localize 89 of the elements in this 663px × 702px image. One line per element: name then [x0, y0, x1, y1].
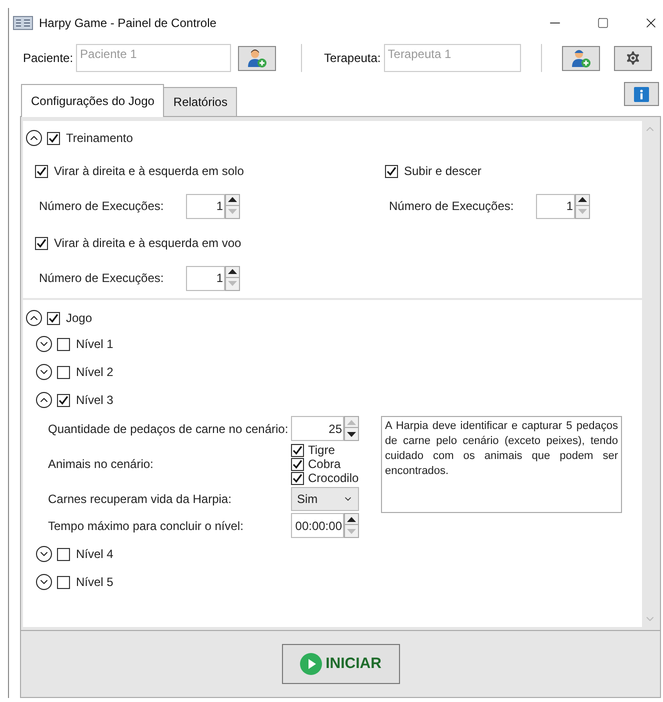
down-arrow-icon	[347, 528, 356, 534]
checkbox[interactable]	[47, 312, 60, 324]
maximize-icon[interactable]	[597, 17, 609, 29]
expand-icon[interactable]	[35, 573, 53, 591]
field-label: Número de Execuções:	[39, 198, 165, 215]
expand-icon[interactable]	[35, 335, 53, 353]
field-label: Terapeuta:	[324, 50, 381, 67]
increase-button[interactable]	[344, 513, 359, 525]
field-label: Tempo máximo para concluir o nível:	[48, 518, 244, 534]
field-label: Quantidade de pedaços de carne no cenário:	[48, 420, 290, 438]
check-icon	[292, 458, 303, 470]
up-arrow-icon	[228, 197, 237, 202]
down-arrow-icon	[578, 209, 587, 214]
dropdown[interactable]: Sim	[291, 487, 359, 511]
field-label: Número de Execuções:	[389, 198, 515, 215]
patient-field[interactable]: Paciente 1	[76, 44, 232, 72]
level-label: Nível 3	[76, 392, 114, 409]
add-patient-button[interactable]	[238, 46, 276, 70]
settings-button[interactable]	[614, 46, 652, 70]
user-add-icon	[247, 48, 268, 68]
increase-button[interactable]	[225, 266, 240, 278]
level-label: Nível 5	[76, 574, 114, 591]
checkbox[interactable]	[57, 548, 70, 560]
animal-label: Cobra	[308, 458, 341, 470]
increase-button[interactable]	[575, 194, 590, 206]
play-icon	[300, 653, 322, 675]
app-icon	[13, 16, 33, 30]
field-label: Paciente:	[23, 50, 74, 67]
check-icon	[36, 238, 47, 248]
checkbox[interactable]	[35, 164, 48, 178]
tab[interactable]: Configurações do Jogo	[21, 84, 164, 117]
level-label: Nível 4	[76, 546, 114, 563]
therapist-add-icon	[570, 48, 591, 68]
check-icon	[48, 312, 59, 324]
check-icon	[36, 166, 47, 176]
checkbox[interactable]	[57, 576, 70, 588]
number-field[interactable]: 25	[291, 416, 344, 441]
number-field[interactable]: 1	[536, 194, 575, 218]
info-icon	[634, 86, 649, 102]
therapist-field[interactable]: Terapeuta 1	[384, 44, 521, 72]
expand-icon[interactable]	[35, 363, 53, 381]
check-icon	[58, 394, 69, 406]
field-label: Carnes recuperam vida da Harpia:	[48, 491, 232, 508]
collapse-icon[interactable]	[35, 391, 53, 409]
up-arrow-icon	[578, 197, 587, 202]
checkbox[interactable]	[57, 338, 70, 350]
animal-label: Tigre	[308, 444, 335, 456]
tab[interactable]: Relatórios	[164, 87, 238, 116]
section-label: Jogo	[66, 310, 92, 327]
check-icon	[48, 132, 59, 144]
add-therapist-button[interactable]	[562, 46, 600, 70]
option-label: Virar à direita e à esquerda em solo	[54, 163, 244, 180]
option-label: Virar à direita e à esquerda em voo	[54, 235, 242, 252]
checkbox[interactable]	[35, 236, 48, 250]
section-label: Treinamento	[66, 130, 133, 147]
increase-button[interactable]	[225, 194, 240, 206]
level-label: Nível 1	[76, 336, 114, 353]
check-icon	[292, 472, 303, 484]
number-field[interactable]: 00:00:00	[291, 513, 344, 538]
checkbox[interactable]	[291, 472, 304, 484]
start-button[interactable]: INICIAR	[282, 644, 400, 684]
field-label: Animais no cenário:	[48, 456, 154, 473]
number-field[interactable]: 1	[186, 266, 225, 290]
decrease-button[interactable]	[344, 428, 359, 441]
up-arrow-icon	[347, 420, 356, 424]
check-icon	[386, 166, 397, 176]
collapse-icon[interactable]	[25, 309, 43, 327]
checkbox[interactable]	[57, 366, 70, 378]
window-title: Harpy Game - Painel de Controle	[39, 15, 216, 32]
check-icon	[292, 444, 303, 456]
checkbox[interactable]	[47, 132, 60, 144]
expand-icon[interactable]	[35, 545, 53, 563]
level-label: Nível 2	[76, 364, 114, 381]
down-arrow-icon	[228, 209, 237, 214]
info-button[interactable]	[624, 82, 659, 106]
up-arrow-icon	[228, 269, 237, 274]
number-field[interactable]: 1	[186, 194, 225, 218]
down-arrow-icon	[347, 432, 356, 436]
animal-label: Crocodilo	[308, 472, 359, 484]
checkbox[interactable]	[57, 394, 70, 406]
field-label: Número de Execuções:	[39, 270, 165, 287]
checkbox[interactable]	[385, 164, 398, 178]
description-box: A Harpia deve identificar e capturar 5 pedaços de carne pelo cenário (exceto peixes), tendo cuidado com os animais que podem ser encontrados.	[381, 416, 622, 513]
option-label: Subir e descer	[404, 163, 482, 180]
collapse-icon[interactable]	[25, 129, 43, 147]
checkbox[interactable]	[291, 458, 304, 470]
up-arrow-icon	[347, 516, 356, 522]
checkbox[interactable]	[291, 444, 304, 456]
down-arrow-icon	[228, 281, 237, 286]
